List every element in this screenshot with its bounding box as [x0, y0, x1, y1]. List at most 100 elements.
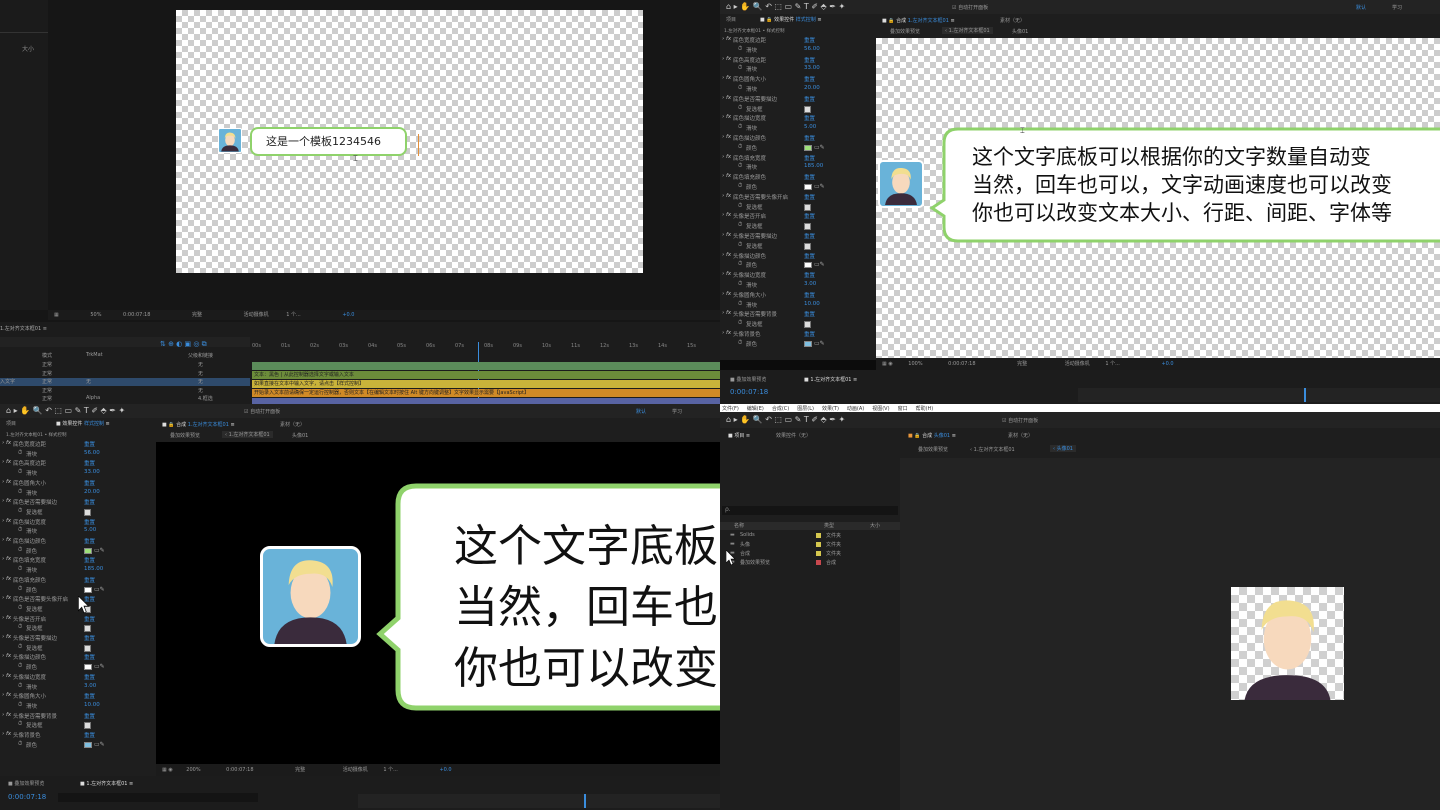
stopwatch-icon[interactable]: ⏱ [18, 508, 22, 515]
reset-link[interactable]: 重置 [804, 56, 815, 64]
color-swatch[interactable] [804, 262, 812, 269]
track-bar[interactable]: 开始录入文本前请确保一定运行控制器，否则文本【在编辑文本时按住 Alt 键方向键… [252, 389, 720, 397]
checkbox[interactable] [804, 223, 811, 231]
effect-row[interactable]: › fx 底色宽度边距 重置 [720, 36, 876, 46]
reset-link[interactable]: 重置 [84, 576, 95, 584]
fx-icon[interactable]: › fx [2, 712, 11, 718]
reset-link[interactable]: 重置 [84, 537, 95, 545]
stopwatch-icon[interactable]: ⏱ [18, 741, 22, 748]
avatar-layer-canvas[interactable] [1231, 587, 1344, 700]
views-select[interactable]: 1 个... [286, 312, 301, 318]
effect-row[interactable]: › fx 头像背景色 重置 [0, 731, 156, 741]
stopwatch-icon[interactable]: ⏱ [18, 469, 22, 476]
fx-icon[interactable]: › fx [722, 134, 731, 140]
fx-icon[interactable]: › fx [722, 291, 731, 297]
effect-param[interactable]: ⏱ 滑块 20.00 [0, 489, 156, 499]
layer-tab[interactable]: 素材（无） [1000, 17, 1025, 24]
effect-row[interactable]: › fx 底色填充宽度 重置 [0, 556, 156, 566]
time-ruler[interactable]: 00s 01s 02s 03s 04s 05s 06s 07s 08s 09s 10s 11s 12s 1… [252, 342, 720, 351]
color-swatch[interactable] [84, 586, 92, 593]
stopwatch-icon[interactable]: ⏱ [738, 242, 742, 249]
grid-icon[interactable]: ▦ ◉ [882, 361, 893, 367]
timeline-tab[interactable]: ■ 1.左对齐文本框01 ≡ [804, 376, 857, 383]
effect-row[interactable]: › fx 头像圆角大小 重置 [720, 291, 876, 301]
effect-param[interactable]: ⏱ 复选框 [720, 242, 876, 252]
fx-icon[interactable]: › fx [722, 36, 731, 42]
effects-tab[interactable]: ■ 效果控件 样式控制 ≡ [56, 420, 110, 427]
toolbar-icons[interactable]: ⌂ ▸ ✋ 🔍 ↶ ⬚ ▭ ✎ T ✐ ⬘ ✒ ✦ [6, 406, 125, 415]
zoom-select[interactable]: 100% [908, 361, 922, 367]
reset-link[interactable]: 重置 [804, 173, 815, 181]
stopwatch-icon[interactable]: ⏱ [18, 702, 22, 709]
color-swatch[interactable] [804, 340, 812, 347]
toolbar-icons[interactable]: ⌂ ▸ ✋ 🔍 ↶ ⬚ ▭ ✎ T ✐ ⬘ ✒ ✦ [726, 2, 845, 11]
project-item[interactable]: ▬ 头像 文件夹 [720, 541, 900, 549]
playhead[interactable] [584, 794, 586, 808]
timeline-tab[interactable]: ■ 叠加效果预览 [730, 376, 766, 383]
param-value[interactable]: 33.00 [804, 65, 820, 71]
track-bar[interactable]: 如果直接在文本中输入文字，请点击【样式控制】 [252, 380, 720, 388]
color-swatch[interactable] [84, 741, 92, 748]
layer-mode[interactable]: 正常 [42, 361, 52, 368]
effect-param[interactable]: ⏱ 颜色 ▭✎ [720, 261, 876, 271]
fx-icon[interactable]: › fx [2, 731, 11, 737]
exposure-offset[interactable]: +0.0 [342, 312, 354, 318]
reset-link[interactable]: 重置 [84, 653, 95, 661]
reset-link[interactable]: 重置 [804, 232, 815, 240]
effect-row[interactable]: › fx 头像是否开启 重置 [0, 615, 156, 625]
effect-param[interactable]: ⏱ 颜色 ▭✎ [0, 586, 156, 596]
effect-param[interactable]: ⏱ 滑块 10.00 [0, 702, 156, 712]
label-color[interactable] [816, 533, 821, 538]
stopwatch-icon[interactable]: ⏱ [18, 527, 22, 534]
comp-tab[interactable]: ■ 🔒 合成 1.左对齐文本框01 ≡ [162, 421, 235, 428]
project-tab[interactable]: 项目 [726, 16, 736, 23]
reset-link[interactable]: 重置 [84, 498, 95, 506]
timeline-tab[interactable]: 1.左对齐文本框01 ≡ [0, 325, 70, 333]
toolbar-icons[interactable]: ⌂ ▸ ✋ 🔍 ↶ ⬚ ▭ ✎ T ✐ ⬘ ✒ ✦ [726, 415, 845, 424]
effect-row[interactable]: › fx 头像是否需要描边 重置 [720, 232, 876, 242]
effect-param[interactable]: ⏱ 颜色 ▭✎ [720, 340, 876, 350]
project-item[interactable]: ▬ Solids 文件夹 [720, 532, 900, 540]
comp-tab[interactable]: ■ 🔒 合成 头像01 ≡ [908, 432, 956, 439]
zoom-select[interactable]: 50% [90, 312, 101, 318]
effect-row[interactable]: › fx 头像圆角大小 重置 [0, 692, 156, 702]
workspace-default[interactable]: 默认 [636, 408, 646, 415]
effects-tab[interactable]: 效果控件（无） [776, 432, 811, 439]
time-display[interactable]: 0:00:07:18 [123, 312, 150, 318]
timeline-search[interactable] [58, 793, 258, 802]
effect-param[interactable]: ⏱ 复选框 [720, 222, 876, 232]
effect-param[interactable]: ⏱ 滑块 33.00 [0, 469, 156, 479]
effect-row[interactable]: › fx 头像描边宽度 重置 [0, 673, 156, 683]
name-column[interactable]: 名称 [734, 522, 744, 529]
stopwatch-icon[interactable]: ⏱ [738, 124, 742, 131]
param-value[interactable]: 185.00 [84, 566, 103, 572]
stopwatch-icon[interactable]: ⏱ [738, 65, 742, 72]
reset-link[interactable]: 重置 [84, 692, 95, 700]
track-bar[interactable] [252, 362, 720, 370]
stopwatch-icon[interactable]: ⏱ [18, 547, 22, 554]
exposure-offset[interactable]: +0.0 [1161, 361, 1173, 367]
effect-param[interactable]: ⏱ 颜色 ▭✎ [0, 663, 156, 673]
reset-link[interactable]: 重置 [804, 193, 815, 201]
current-time[interactable]: 0:00:07:18 [730, 388, 768, 396]
checkbox[interactable] [84, 508, 91, 516]
effect-param[interactable]: ⏱ 复选框 [720, 105, 876, 115]
effect-param[interactable]: ⏱ 滑块 10.00 [720, 301, 876, 311]
effect-param[interactable]: ⏱ 滑块 3.00 [720, 281, 876, 291]
stopwatch-icon[interactable]: ⏱ [738, 340, 742, 347]
effect-param[interactable]: ⏱ 复选框 [720, 320, 876, 330]
reset-link[interactable]: 重置 [804, 114, 815, 122]
checkbox[interactable] [804, 203, 811, 211]
layer-mode[interactable]: 正常 [42, 387, 52, 394]
stopwatch-icon[interactable]: ⏱ [738, 281, 742, 288]
stopwatch-icon[interactable]: ⏱ [18, 683, 22, 690]
stopwatch-icon[interactable]: ⏱ [18, 644, 22, 651]
layer-trkmat[interactable]: 无 [86, 378, 91, 385]
label-color[interactable] [816, 551, 821, 556]
effect-param[interactable]: ⏱ 复选框 [0, 721, 156, 731]
stopwatch-icon[interactable]: ⏱ [18, 489, 22, 496]
stopwatch-icon[interactable]: ⏱ [738, 105, 742, 112]
fx-icon[interactable]: › fx [2, 692, 11, 698]
breadcrumb-item[interactable]: ‹ 1.左对齐文本框01 [222, 431, 273, 438]
current-time[interactable]: 0:00:07:18 [8, 793, 46, 801]
